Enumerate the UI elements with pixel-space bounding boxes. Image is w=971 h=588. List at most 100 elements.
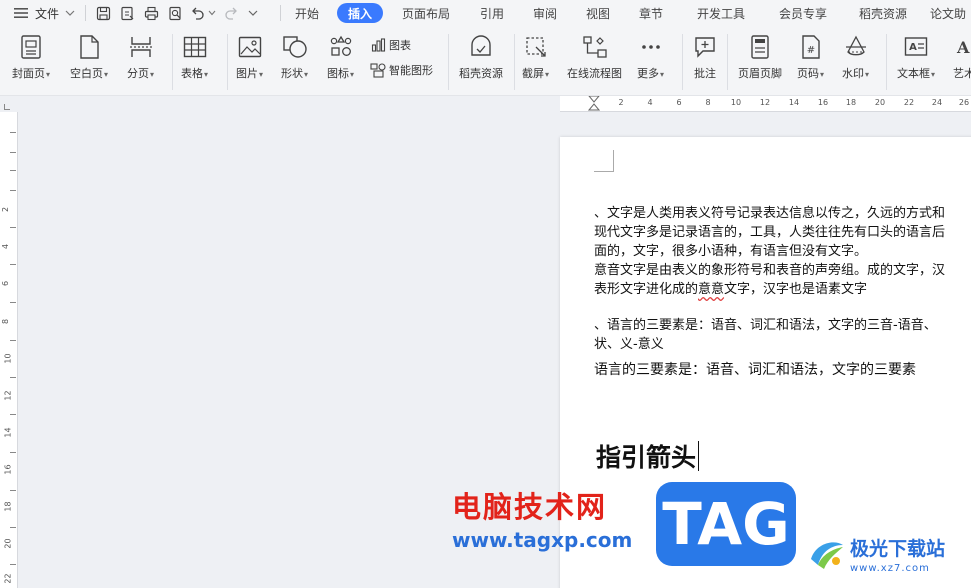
tab-docer-resources[interactable]: 稻壳资源 bbox=[852, 3, 914, 23]
picture-button[interactable]: 图片▾ bbox=[236, 34, 263, 81]
print-icon[interactable] bbox=[142, 4, 160, 22]
indent-marker-icon[interactable] bbox=[588, 96, 600, 112]
menu-bar: 文件 开始 插入 页面布局 引用 审阅 视图 章节 开发工具 会员专享 稻壳资源… bbox=[0, 0, 971, 26]
tab-references[interactable]: 引用 bbox=[473, 3, 511, 23]
svg-text:A: A bbox=[956, 38, 970, 57]
blank-page-icon bbox=[76, 34, 102, 60]
ruler-tick: 20 bbox=[874, 98, 886, 107]
paragraph-line[interactable]: 语言的三要素是：语音、词汇和语法，文字的三要素 bbox=[594, 361, 916, 380]
text-segment: 文字，汉字也是语素文字 bbox=[724, 282, 868, 297]
paragraph-line[interactable]: 现代文字多是记录语言的，工具，人类往往先有口头的语言后 bbox=[594, 223, 945, 242]
comment-label: 批注 bbox=[694, 67, 716, 80]
margin-corner-mark bbox=[594, 150, 614, 172]
table-label: 表格 bbox=[181, 67, 203, 80]
picture-label: 图片 bbox=[236, 67, 258, 80]
paragraph-line[interactable]: 面的，文字，很多小语种，有语言但没有文字。 bbox=[594, 242, 867, 261]
paragraph-line[interactable]: 意音文字是由表义的象形符号和表音的声旁组。成的文字，汉 bbox=[594, 261, 945, 280]
tab-insert[interactable]: 插入 bbox=[337, 3, 383, 23]
redo-icon[interactable] bbox=[222, 4, 240, 22]
bar-chart-icon bbox=[370, 37, 386, 53]
print-preview-icon[interactable] bbox=[166, 4, 184, 22]
tab-page-layout[interactable]: 页面布局 bbox=[396, 3, 456, 23]
ruler-tick: 10 bbox=[730, 98, 742, 107]
watermark-button[interactable]: 水印▾ bbox=[842, 34, 869, 81]
undo-dropdown-icon[interactable] bbox=[208, 10, 216, 16]
text-box-button[interactable]: A 文本框▾ bbox=[897, 34, 935, 81]
word-art-label: 艺术 bbox=[953, 67, 971, 80]
table-button[interactable]: 表格▾ bbox=[181, 34, 208, 81]
comment-icon bbox=[692, 34, 718, 60]
online-flowchart-button[interactable]: 在线流程图 bbox=[567, 34, 622, 81]
horizontal-ruler[interactable]: 2 4 6 8 10 12 14 16 18 20 22 24 26 bbox=[560, 96, 971, 112]
more-button[interactable]: 更多▾ bbox=[637, 34, 664, 81]
shape-label: 形状 bbox=[281, 67, 303, 80]
tab-developer[interactable]: 开发工具 bbox=[690, 3, 752, 23]
shape-button[interactable]: 形状▾ bbox=[281, 34, 308, 81]
icon-label: 图标 bbox=[327, 67, 349, 80]
watermark-right-title: 极光下载站 bbox=[850, 538, 946, 560]
tab-view[interactable]: 视图 bbox=[579, 3, 617, 23]
ruler-tick: 8 bbox=[705, 98, 711, 107]
page-number-label: 页码 bbox=[797, 67, 819, 80]
paragraph-line[interactable]: 状、义-意义 bbox=[594, 335, 664, 354]
ruler-tick: 18 bbox=[3, 501, 13, 512]
ribbon: 封面页▾ 空白页▾ 分页▾ 表格▾ 图片▾ 形状▾ 图标▾ 图表 智能图形 稻壳… bbox=[0, 26, 971, 96]
ruler-tick: 6 bbox=[676, 98, 682, 107]
ruler-tick: 18 bbox=[845, 98, 857, 107]
quick-access-toolbar bbox=[94, 0, 258, 26]
screenshot-label: 截屏 bbox=[522, 67, 544, 80]
blank-page-label: 空白页 bbox=[70, 67, 103, 80]
cover-page-button[interactable]: 封面页▾ bbox=[12, 34, 50, 81]
tab-member[interactable]: 会员专享 bbox=[772, 3, 834, 23]
cover-page-icon bbox=[18, 34, 44, 60]
chart-button[interactable]: 图表 bbox=[370, 37, 411, 53]
watermark-label: 水印 bbox=[842, 67, 864, 80]
text-segment: 表形文字进化成的 bbox=[594, 282, 699, 297]
docer-resources-icon bbox=[468, 34, 494, 60]
screenshot-button[interactable]: 截屏▾ bbox=[522, 34, 549, 81]
file-menu-label: 文件 bbox=[35, 6, 60, 21]
smart-art-button[interactable]: 智能图形 bbox=[370, 62, 433, 78]
undo-icon[interactable] bbox=[188, 4, 206, 22]
watermark-title: 电脑技术网 bbox=[452, 490, 608, 524]
ruler-tick: 4 bbox=[647, 98, 653, 107]
header-footer-button[interactable]: 页眉页脚 bbox=[738, 34, 782, 81]
document-heading[interactable]: 指引箭头 bbox=[596, 438, 700, 474]
watermark-url: www.tagxp.com bbox=[452, 528, 633, 552]
word-art-icon: A bbox=[953, 34, 971, 60]
spelling-error-text: 意意 bbox=[698, 282, 725, 297]
tab-review[interactable]: 审阅 bbox=[526, 3, 564, 23]
word-art-button[interactable]: A 艺术 bbox=[953, 34, 971, 81]
tab-thesis[interactable]: 论文助 bbox=[930, 3, 971, 23]
export-pdf-icon[interactable] bbox=[118, 4, 136, 22]
tab-section[interactable]: 章节 bbox=[632, 3, 670, 23]
chevron-down-icon bbox=[65, 10, 75, 16]
paragraph-line[interactable]: 、语言的三要素是：语音、词汇和语法，文字的三音-语音、 bbox=[594, 316, 937, 335]
watermark-tag-logo: TAG bbox=[656, 482, 796, 566]
chart-label: 图表 bbox=[389, 39, 411, 52]
shape-icon bbox=[282, 34, 308, 60]
page-number-icon: # bbox=[798, 34, 824, 60]
page-break-icon bbox=[128, 34, 154, 60]
ruler-tick: 12 bbox=[759, 98, 771, 107]
vertical-ruler[interactable]: 2 4 6 8 10 12 14 16 18 20 22 bbox=[0, 112, 18, 588]
page-break-button[interactable]: 分页▾ bbox=[127, 34, 154, 81]
online-flowchart-label: 在线流程图 bbox=[567, 67, 622, 80]
page-break-label: 分页 bbox=[127, 67, 149, 80]
file-menu[interactable]: 文件 bbox=[14, 0, 75, 26]
svg-text:#: # bbox=[806, 45, 814, 56]
header-footer-label: 页眉页脚 bbox=[738, 67, 782, 80]
customize-toolbar-icon[interactable] bbox=[248, 9, 258, 17]
docer-resources-button[interactable]: 稻壳资源 bbox=[459, 34, 503, 81]
tab-home[interactable]: 开始 bbox=[288, 3, 326, 23]
save-icon[interactable] bbox=[94, 4, 112, 22]
icon-button[interactable]: 图标▾ bbox=[327, 34, 354, 81]
paragraph-line[interactable]: 表形文字进化成的意意文字，汉字也是语素文字 bbox=[594, 280, 867, 299]
paragraph-line[interactable]: 、文字是人类用表义符号记录表达信息以传之，久远的方式和 bbox=[594, 204, 945, 223]
comment-button[interactable]: 批注 bbox=[692, 34, 718, 81]
ruler-tick: 12 bbox=[3, 390, 13, 401]
blank-page-button[interactable]: 空白页▾ bbox=[70, 34, 108, 81]
page-number-button[interactable]: # 页码▾ bbox=[797, 34, 824, 81]
cover-page-label: 封面页 bbox=[12, 67, 45, 80]
watermark-icon bbox=[843, 34, 869, 60]
